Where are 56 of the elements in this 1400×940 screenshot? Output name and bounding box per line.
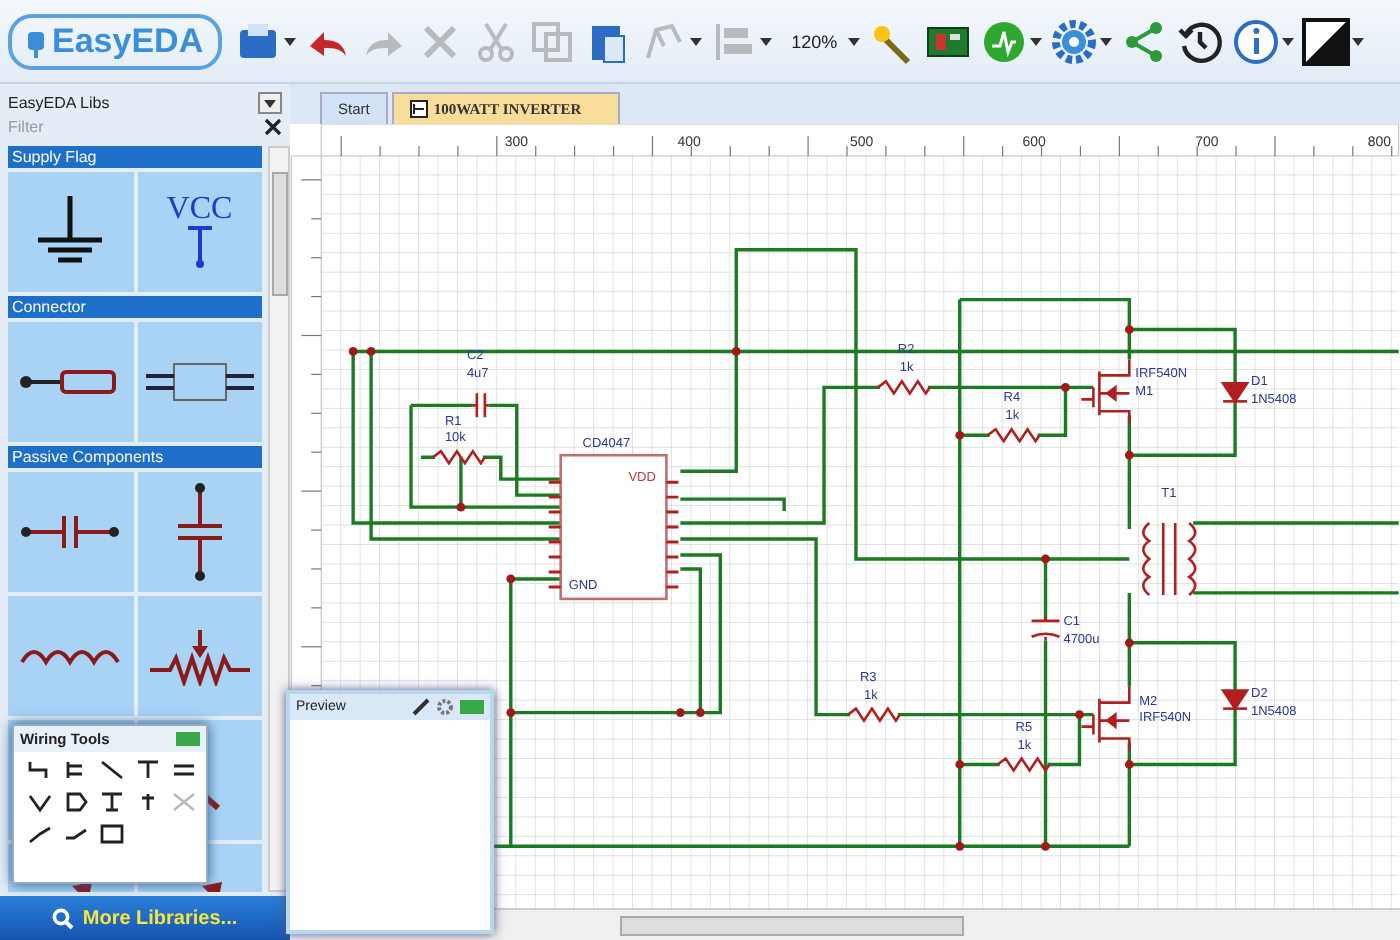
resistor-symbol — [996, 756, 1051, 773]
capacitor-symbol — [471, 391, 491, 419]
mosfet-symbol — [1080, 358, 1131, 425]
caret-icon[interactable] — [1029, 37, 1042, 45]
resistor-symbol — [847, 706, 901, 723]
theme-icon[interactable] — [1301, 17, 1350, 65]
library-tile[interactable] — [137, 472, 262, 592]
resistor-symbol — [877, 378, 931, 396]
section-header[interactable]: Supply Flag — [8, 146, 262, 168]
resistor-symbol — [432, 448, 486, 466]
gear-icon[interactable] — [436, 698, 454, 716]
filter-field[interactable]: Filter — [8, 116, 188, 136]
section-header[interactable]: Passive Components — [8, 446, 262, 468]
wiring-tool-icon[interactable] — [98, 758, 126, 782]
dropdown-icon[interactable] — [258, 91, 282, 113]
wiring-tool-icon[interactable] — [26, 790, 54, 814]
capacitor-symbol — [1030, 615, 1061, 642]
resistor-symbol — [986, 426, 1041, 444]
library-tile[interactable] — [137, 322, 262, 442]
wiring-tool-icon[interactable] — [98, 822, 126, 846]
library-tile[interactable] — [8, 472, 133, 592]
net-port-symbol-icon — [145, 360, 254, 404]
wiring-tool-icon[interactable] — [26, 822, 54, 846]
caret-icon[interactable] — [1351, 37, 1364, 45]
wiring-tool-icon[interactable] — [134, 758, 162, 782]
library-tile[interactable]: VCC — [137, 172, 262, 292]
library-tile[interactable] — [137, 596, 262, 716]
potentiometer-symbol-icon — [145, 626, 254, 686]
caret-icon[interactable] — [1281, 37, 1294, 45]
wiring-tool-icon[interactable] — [62, 790, 90, 814]
info-icon[interactable] — [1231, 17, 1280, 65]
zoom-level-button[interactable]: 120% — [779, 31, 846, 51]
vcc-label: VCC — [166, 194, 233, 226]
library-tile[interactable] — [8, 322, 133, 442]
pencil-icon[interactable] — [412, 698, 430, 716]
wiring-tool-icon[interactable] — [98, 790, 126, 814]
library-tile[interactable] — [8, 172, 133, 292]
schematic-icon — [409, 99, 428, 118]
caret-icon[interactable] — [283, 37, 296, 45]
mosfet-symbol — [1080, 685, 1131, 752]
capacitor-symbol-icon — [20, 512, 121, 552]
history-icon[interactable] — [1175, 17, 1224, 65]
power-pin-icon — [185, 226, 214, 270]
search-icon — [52, 907, 75, 929]
diode-symbol — [1220, 689, 1250, 711]
caret-icon[interactable] — [847, 37, 860, 45]
close-icon[interactable] — [264, 117, 282, 135]
section-header[interactable]: Connector — [8, 296, 262, 318]
caret-icon[interactable] — [1099, 37, 1112, 45]
transformer-symbol — [1142, 521, 1197, 597]
panel-title: EasyEDA Libs — [8, 93, 110, 111]
settings-icon[interactable] — [1049, 17, 1098, 65]
app-logo[interactable]: EasyEDA — [8, 13, 222, 69]
library-tile[interactable] — [8, 596, 133, 716]
diode-symbol — [1220, 382, 1250, 404]
more-libraries-button[interactable]: More Libraries... — [0, 896, 290, 940]
